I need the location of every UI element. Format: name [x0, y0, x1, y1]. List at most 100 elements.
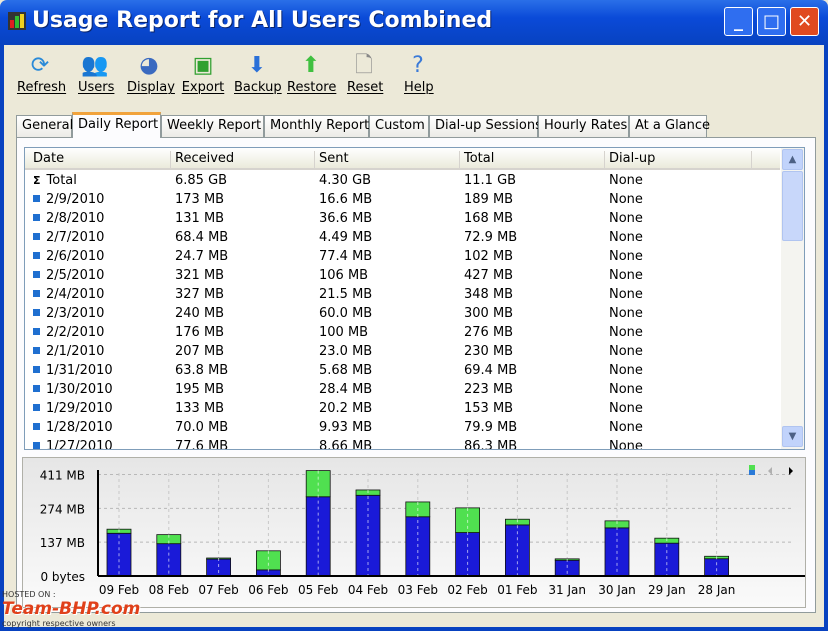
cell-text: 2/7/2010 [46, 230, 105, 245]
tab-custom[interactable]: Custom [369, 115, 429, 137]
dialup-cell: None [609, 306, 643, 321]
tab-monthly-report[interactable]: Monthly Report [264, 115, 369, 137]
sent-cell: 36.6 MB [319, 211, 372, 226]
toolbar-backup-button[interactable]: ⬇ Backup [234, 52, 282, 95]
cell-text: 106 MB [319, 268, 369, 283]
toolbar-restore-button[interactable]: ⬆ Restore [287, 52, 336, 95]
sent-cell: 106 MB [319, 268, 368, 283]
table-row[interactable]: 2/4/2010 327 MB 21.5 MB 348 MB None [25, 285, 780, 304]
close-button[interactable]: ✕ [790, 7, 819, 36]
legend-sent-icon[interactable] [749, 465, 755, 470]
table-row[interactable]: 2/1/2010 207 MB 23.0 MB 230 MB None [25, 342, 780, 361]
chart-svg: 0 bytes137 MB274 MB411 MB09 Feb 08 Feb 07 … [40, 465, 805, 597]
toolbar-label: Users [78, 80, 115, 95]
received-cell: 195 MB [175, 382, 224, 397]
table-row[interactable]: 2/5/2010 321 MB 106 MB 427 MB None [25, 266, 780, 285]
vertical-scrollbar[interactable]: ▲ ▼ [781, 148, 804, 449]
sent-cell: 77.4 MB [319, 249, 372, 264]
sent-cell: 5.68 MB [319, 363, 372, 378]
total-row[interactable]: Σ Total 6.85 GB 4.30 GB 11.1 GB None [25, 171, 780, 190]
table-row[interactable]: 2/2/2010 176 MB 100 MB 276 MB None [25, 323, 780, 342]
sent-cell: 8.66 MB [319, 439, 372, 449]
toolbar-export-button[interactable]: ▣ Export [181, 52, 225, 95]
cell-text: 1/29/2010 [46, 401, 113, 416]
column-header-dial-up[interactable]: Dial-up [605, 151, 752, 168]
table-row[interactable]: 2/7/2010 68.4 MB 4.49 MB 72.9 MB None [25, 228, 780, 247]
maximize-button[interactable]: □ [757, 7, 786, 36]
table-row[interactable]: 1/31/2010 63.8 MB 5.68 MB 69.4 MB None [25, 361, 780, 380]
cell-text: 77.6 MB [175, 439, 229, 450]
tab-at-a-glance[interactable]: At a Glance [629, 115, 710, 137]
date-cell: 2/6/2010 [33, 249, 104, 264]
toolbar-help-button[interactable]: ? Help [404, 52, 434, 95]
tab-dial-up-sessions[interactable]: Dial-up Sessions [429, 115, 542, 137]
date-cell: 2/2/2010 [33, 325, 104, 340]
users-icon: 👥 [81, 53, 109, 78]
table-row[interactable]: 2/9/2010 173 MB 16.6 MB 189 MB None [25, 190, 780, 209]
column-header-date[interactable]: Date [29, 151, 171, 168]
cell-text: 1/31/2010 [46, 363, 113, 378]
cell-text: 2/4/2010 [46, 287, 105, 302]
cell-text: None [609, 420, 643, 435]
column-header-total[interactable]: Total [460, 151, 605, 168]
total-cell: 168 MB [464, 211, 513, 226]
date-cell: 2/3/2010 [33, 306, 104, 321]
cell-text: 4.49 MB [319, 230, 373, 245]
bar-received[interactable] [206, 558, 232, 577]
toolbar-display-button[interactable]: ◕ Display [127, 52, 175, 95]
table-row[interactable]: 1/29/2010 133 MB 20.2 MB 153 MB None [25, 399, 780, 418]
cell-text: 86.3 MB [464, 439, 518, 450]
window-title: Usage Report for All Users Combined [32, 8, 493, 33]
toolbar-users-button[interactable]: 👥 Users [78, 52, 115, 95]
cell-text: None [609, 401, 643, 416]
table-row[interactable]: 1/30/2010 195 MB 28.4 MB 223 MB None [25, 380, 780, 399]
date-cell: 2/9/2010 [33, 192, 104, 207]
date-cell: 2/5/2010 [33, 268, 104, 283]
table-row[interactable]: 1/27/2010 77.6 MB 8.66 MB 86.3 MB None [25, 437, 780, 450]
dialup-cell: None [609, 363, 643, 378]
cell-text: None [609, 363, 643, 378]
arrow-down-icon: ⬇ [247, 53, 267, 78]
cell-text: None [609, 344, 643, 359]
table-row[interactable]: 2/8/2010 131 MB 36.6 MB 168 MB None [25, 209, 780, 228]
scroll-up-button[interactable]: ▲ [782, 149, 803, 170]
column-header-received[interactable]: Received [171, 151, 315, 168]
tab-weekly-report[interactable]: Weekly Report [161, 115, 264, 137]
x-tick-label: 31 Jan [548, 583, 586, 597]
minimize-button[interactable]: _ [724, 7, 753, 36]
total-cell: 102 MB [464, 249, 513, 264]
table-row[interactable]: 2/3/2010 240 MB 60.0 MB 300 MB None [25, 304, 780, 323]
toolbar-refresh-button[interactable]: ⟳ Refresh [17, 52, 66, 95]
legend-received-icon[interactable] [749, 470, 755, 475]
column-header-sent[interactable]: Sent [315, 151, 460, 168]
cell-text: 5.68 MB [319, 363, 373, 378]
scroll-thumb[interactable] [782, 171, 803, 241]
cell-text: 207 MB [175, 344, 225, 359]
cell-text: 1/30/2010 [46, 382, 113, 397]
chart-prev-icon[interactable] [768, 467, 772, 475]
cell-text: 60.0 MB [319, 306, 373, 321]
table-row[interactable]: 2/6/2010 24.7 MB 77.4 MB 102 MB None [25, 247, 780, 266]
tab-hourly-rates[interactable]: Hourly Rates [538, 115, 629, 137]
cell-text: 1/27/2010 [46, 439, 113, 450]
bar-received[interactable] [704, 558, 729, 577]
dialup-cell: None [609, 420, 643, 435]
usage-chart: 0 bytes 137 MB 274 MB 411 MB 09 Feb 08 Feb 07 … [22, 457, 806, 608]
cell-text: 16.6 MB [319, 192, 373, 207]
dialup-cell: None [609, 211, 643, 226]
cell-text: None [609, 439, 643, 450]
chart-next-icon[interactable] [789, 467, 793, 475]
tab-daily-report[interactable]: Daily Report [72, 112, 161, 138]
day-bullet-icon [33, 309, 40, 316]
tab-general[interactable]: General [16, 115, 73, 137]
dialup-cell: None [609, 401, 643, 416]
cell-text: 72.9 MB [464, 230, 518, 245]
refresh-icon: ⟳ [30, 53, 50, 78]
day-bullet-icon [33, 195, 40, 202]
scroll-down-button[interactable]: ▼ [782, 426, 803, 447]
toolbar-reset-button[interactable]: 🗋 Reset [347, 52, 383, 95]
table-row[interactable]: 1/28/2010 70.0 MB 9.93 MB 79.9 MB None [25, 418, 780, 437]
x-tick-label: 04 Feb [348, 583, 388, 597]
cell-text: 63.8 MB [175, 363, 229, 378]
cell-text: 276 MB [464, 325, 514, 340]
